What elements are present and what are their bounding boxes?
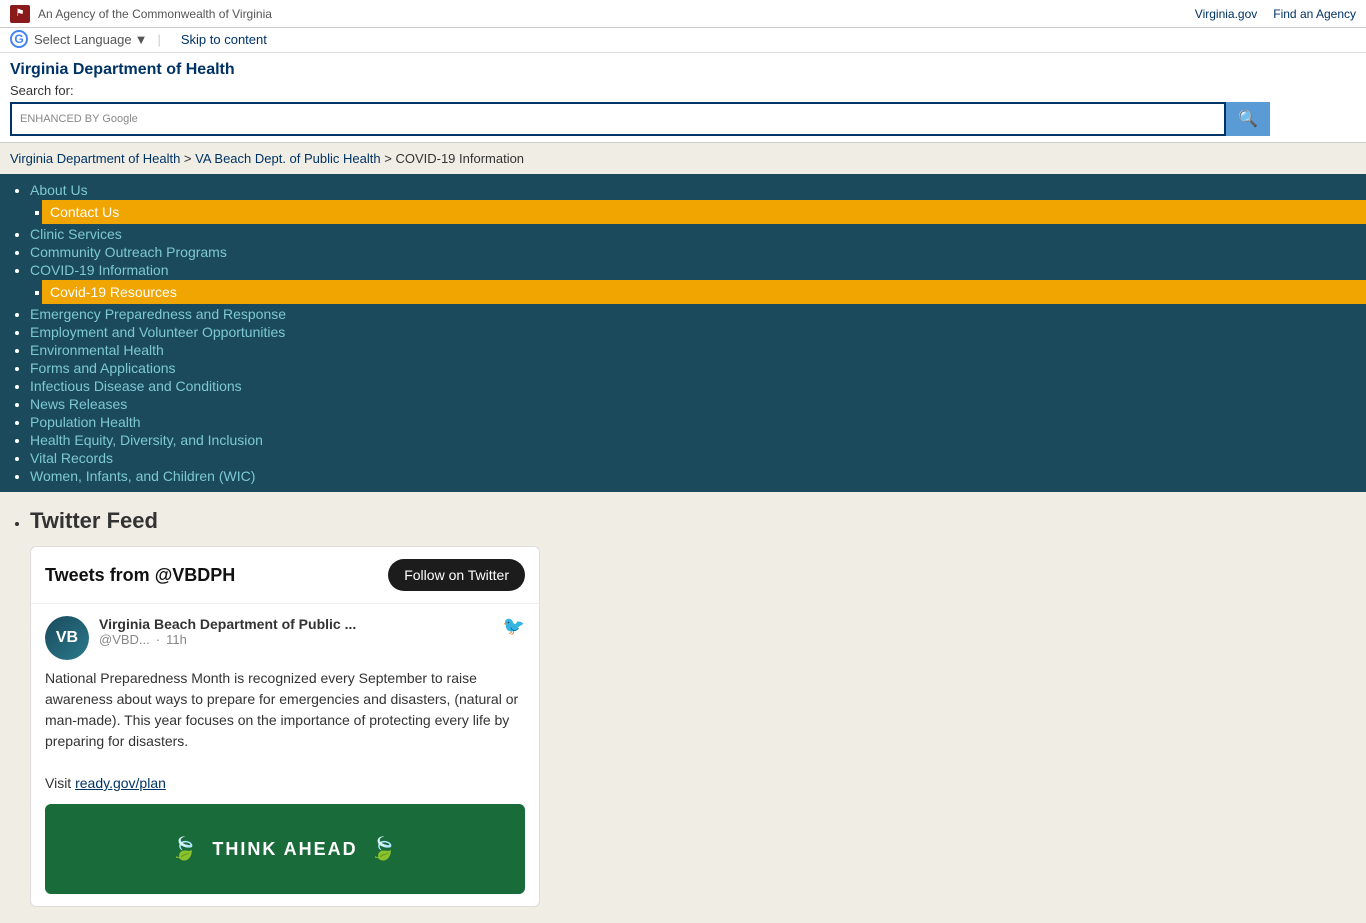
nav-item: News Releases <box>30 396 1356 412</box>
nav-sublink[interactable]: Covid-19 Resources <box>42 280 1366 304</box>
virginia-flag-icon: ⚑ <box>10 5 30 23</box>
nav-subitem: Contact Us <box>50 200 1356 224</box>
top-bar: ⚑ An Agency of the Commonwealth of Virgi… <box>0 0 1366 28</box>
nav-link[interactable]: COVID-19 Information <box>30 262 169 278</box>
search-row: ENHANCED BY Google 🔍 <box>10 102 1270 136</box>
nav-sublink[interactable]: Contact Us <box>42 200 1366 224</box>
language-select-button[interactable]: Select Language ▼ <box>34 32 147 47</box>
search-label: Search for: <box>10 83 1356 98</box>
tweet-text: National Preparedness Month is recognize… <box>45 670 518 749</box>
nav-link[interactable]: News Releases <box>30 396 127 412</box>
tweet-body: National Preparedness Month is recognize… <box>45 668 525 794</box>
nav-item: Population Health <box>30 414 1356 430</box>
twitter-widget-title: Tweets from @VBDPH <box>45 565 235 586</box>
top-bar-left: ⚑ An Agency of the Commonwealth of Virgi… <box>10 5 272 23</box>
tweet-image-placeholder: 🍃 THINK AHEAD 🍃 <box>45 804 525 894</box>
tweet-user-row: VB Virginia Beach Department of Public .… <box>45 616 525 660</box>
tweet-user-info: Virginia Beach Department of Public ... … <box>99 616 493 647</box>
search-input[interactable] <box>144 111 1216 127</box>
breadcrumb: Virginia Department of Health > VA Beach… <box>0 143 1366 174</box>
tweet-time: 11h <box>166 632 187 647</box>
nav-item: COVID-19 Information Covid-19 Resources <box>30 262 1356 304</box>
tweet-user-name: Virginia Beach Department of Public ... <box>99 616 493 632</box>
nav-link[interactable]: Employment and Volunteer Opportunities <box>30 324 285 340</box>
tweet-link[interactable]: ready.gov/plan <box>75 775 166 791</box>
header: Virginia Department of Health Search for… <box>0 53 1366 143</box>
search-input-wrapper: ENHANCED BY Google <box>10 102 1226 136</box>
google-g-icon: G <box>10 30 28 48</box>
language-dropdown-arrow: ▼ <box>135 32 148 47</box>
navigation-menu: About Us Contact Us Clinic Services Communi… <box>0 174 1366 492</box>
twitter-bird-icon: 🐦 <box>503 616 525 637</box>
nav-subitem: Covid-19 Resources <box>50 280 1356 304</box>
tweet-handle: @VBD... <box>99 632 150 647</box>
nav-item: Environmental Health <box>30 342 1356 358</box>
search-icon: 🔍 <box>1238 109 1258 129</box>
twitter-widget: Tweets from @VBDPH Follow on Twitter VB … <box>30 546 540 907</box>
nav-list: About Us Contact Us Clinic Services Communi… <box>10 182 1356 484</box>
breadcrumb-current: COVID-19 Information <box>395 151 524 166</box>
nav-link[interactable]: Health Equity, Diversity, and Inclusion <box>30 432 263 448</box>
nav-item: About Us Contact Us <box>30 182 1356 224</box>
find-agency-link[interactable]: Find an Agency <box>1273 7 1356 21</box>
breadcrumb-sep1: > <box>180 151 195 166</box>
nav-item: Employment and Volunteer Opportunities <box>30 324 1356 340</box>
content-list: Twitter Feed Tweets from @VBDPH Follow o… <box>10 508 1356 907</box>
tweet-visit-text: Visit <box>45 775 71 791</box>
leaf-icon: 🍃 <box>171 836 200 862</box>
nav-item: Emergency Preparedness and Response <box>30 306 1356 322</box>
nav-link[interactable]: Infectious Disease and Conditions <box>30 378 242 394</box>
tweet-avatar: VB <box>45 616 89 660</box>
nav-link[interactable]: Population Health <box>30 414 141 430</box>
nav-item: Clinic Services <box>30 226 1356 242</box>
nav-item: Forms and Applications <box>30 360 1356 376</box>
language-select-label: Select Language <box>34 32 132 47</box>
tweet-separator-dot: · <box>156 632 160 647</box>
nav-item: Community Outreach Programs <box>30 244 1356 260</box>
main-content: Twitter Feed Tweets from @VBDPH Follow o… <box>0 492 1366 923</box>
breadcrumb-link-vdh[interactable]: Virginia Department of Health <box>10 151 180 166</box>
nav-link[interactable]: About Us <box>30 182 88 198</box>
skip-to-content-link[interactable]: Skip to content <box>181 32 267 47</box>
twitter-section-title: Twitter Feed <box>30 508 158 533</box>
tweet-meta: @VBD... · 11h <box>99 632 493 647</box>
language-bar: G Select Language ▼ | Skip to content <box>0 28 1366 53</box>
nav-link[interactable]: Emergency Preparedness and Response <box>30 306 286 322</box>
breadcrumb-sep2: > <box>381 151 396 166</box>
breadcrumb-link-vabeach[interactable]: VA Beach Dept. of Public Health <box>195 151 380 166</box>
search-button[interactable]: 🔍 <box>1226 102 1270 136</box>
agency-text: An Agency of the Commonwealth of Virgini… <box>38 7 272 21</box>
nav-link[interactable]: Environmental Health <box>30 342 164 358</box>
nav-item: Women, Infants, and Children (WIC) <box>30 468 1356 484</box>
nav-sublist: Contact Us <box>30 200 1356 224</box>
nav-link[interactable]: Women, Infants, and Children (WIC) <box>30 468 255 484</box>
tweet-item: VB Virginia Beach Department of Public .… <box>31 604 539 906</box>
nav-sublist: Covid-19 Resources <box>30 280 1356 304</box>
nav-link[interactable]: Clinic Services <box>30 226 122 242</box>
nav-item: Health Equity, Diversity, and Inclusion <box>30 432 1356 448</box>
leaf-icon-2: 🍃 <box>370 836 399 862</box>
nav-link[interactable]: Vital Records <box>30 450 113 466</box>
follow-on-twitter-button[interactable]: Follow on Twitter <box>388 559 525 591</box>
nav-item: Vital Records <box>30 450 1356 466</box>
nav-link[interactable]: Community Outreach Programs <box>30 244 227 260</box>
tweet-image-text: THINK AHEAD <box>212 839 357 860</box>
virginia-gov-link[interactable]: Virginia.gov <box>1195 7 1257 21</box>
twitter-widget-header: Tweets from @VBDPH Follow on Twitter <box>31 547 539 603</box>
nav-item: Infectious Disease and Conditions <box>30 378 1356 394</box>
twitter-section-item: Twitter Feed Tweets from @VBDPH Follow o… <box>30 508 1356 907</box>
site-title-link[interactable]: Virginia Department of Health <box>10 61 1356 79</box>
top-bar-links: Virginia.gov Find an Agency <box>1195 7 1356 21</box>
nav-link[interactable]: Forms and Applications <box>30 360 176 376</box>
enhanced-by-label: ENHANCED BY Google <box>20 113 138 125</box>
